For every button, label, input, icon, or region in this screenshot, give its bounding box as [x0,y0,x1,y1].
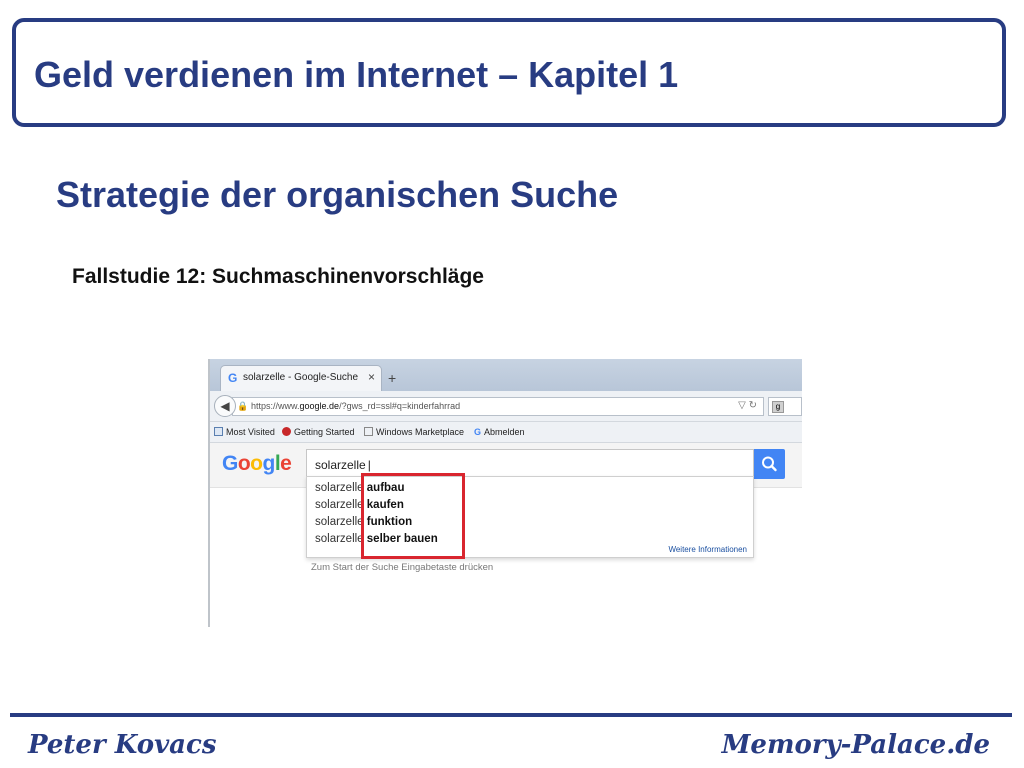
google-g-icon: G [474,427,482,437]
google-logo[interactable]: Google [222,452,292,476]
lock-icon: 🔒 [237,401,249,411]
footer-divider [10,713,1012,717]
search-icon [762,456,777,472]
search-hint: Zum Start der Suche Eingabetaste drücken [311,562,494,573]
page-icon [364,427,373,436]
footer-author: Peter Kovacs [28,730,217,760]
suggestion-highlight-box [361,473,465,559]
more-info-link[interactable]: Weitere Informationen [668,545,747,554]
case-study-heading: Fallstudie 12: Suchmaschinenvorschläge [72,265,484,288]
bookmarks-bar: Most Visited Getting Started Windows Mar… [208,422,802,443]
bookmark-abmelden[interactable]: G Abmelden [474,427,525,437]
search-query: solarzelle | [315,458,371,472]
new-tab-icon[interactable]: + [388,370,396,386]
navigation-bar: 🔒 https://www.google.de/?gws_rd=ssl#q=ki… [208,391,802,422]
tab-title: solarzelle - Google-Suche [243,372,359,383]
reload-icon[interactable]: ▽ ↻ [738,400,757,411]
google-favicon-icon: G [228,371,238,385]
browser-tab[interactable]: G solarzelle - Google-Suche × [220,365,382,391]
divider [208,359,210,627]
bookmark-most-visited[interactable]: Most Visited [214,427,275,437]
url-text: https://www.google.de/?gws_rd=ssl#q=kind… [251,401,461,411]
search-engine-box[interactable]: g [768,397,802,416]
slide-title: Geld verdienen im Internet – Kapitel 1 [34,54,679,95]
firefox-icon [282,427,291,436]
browser-tab-bar: G solarzelle - Google-Suche × + [208,359,802,391]
back-button[interactable]: ◀ [214,395,236,417]
title-box: Geld verdienen im Internet – Kapitel 1 [12,18,1006,127]
bookmark-getting-started[interactable]: Getting Started [282,427,355,437]
bookmark-folder-icon [214,427,223,436]
slide-subtitle: Strategie der organischen Suche [56,174,619,215]
google-plus-icon: g [772,401,784,413]
footer-website: Memory-Palace.de [721,730,990,760]
browser-screenshot: G solarzelle - Google-Suche × + 🔒 https:… [208,359,802,627]
close-tab-icon[interactable]: × [368,370,375,384]
bookmark-windows-marketplace[interactable]: Windows Marketplace [364,427,464,437]
address-bar[interactable]: 🔒 https://www.google.de/?gws_rd=ssl#q=ki… [232,397,764,416]
search-button[interactable] [754,449,785,479]
